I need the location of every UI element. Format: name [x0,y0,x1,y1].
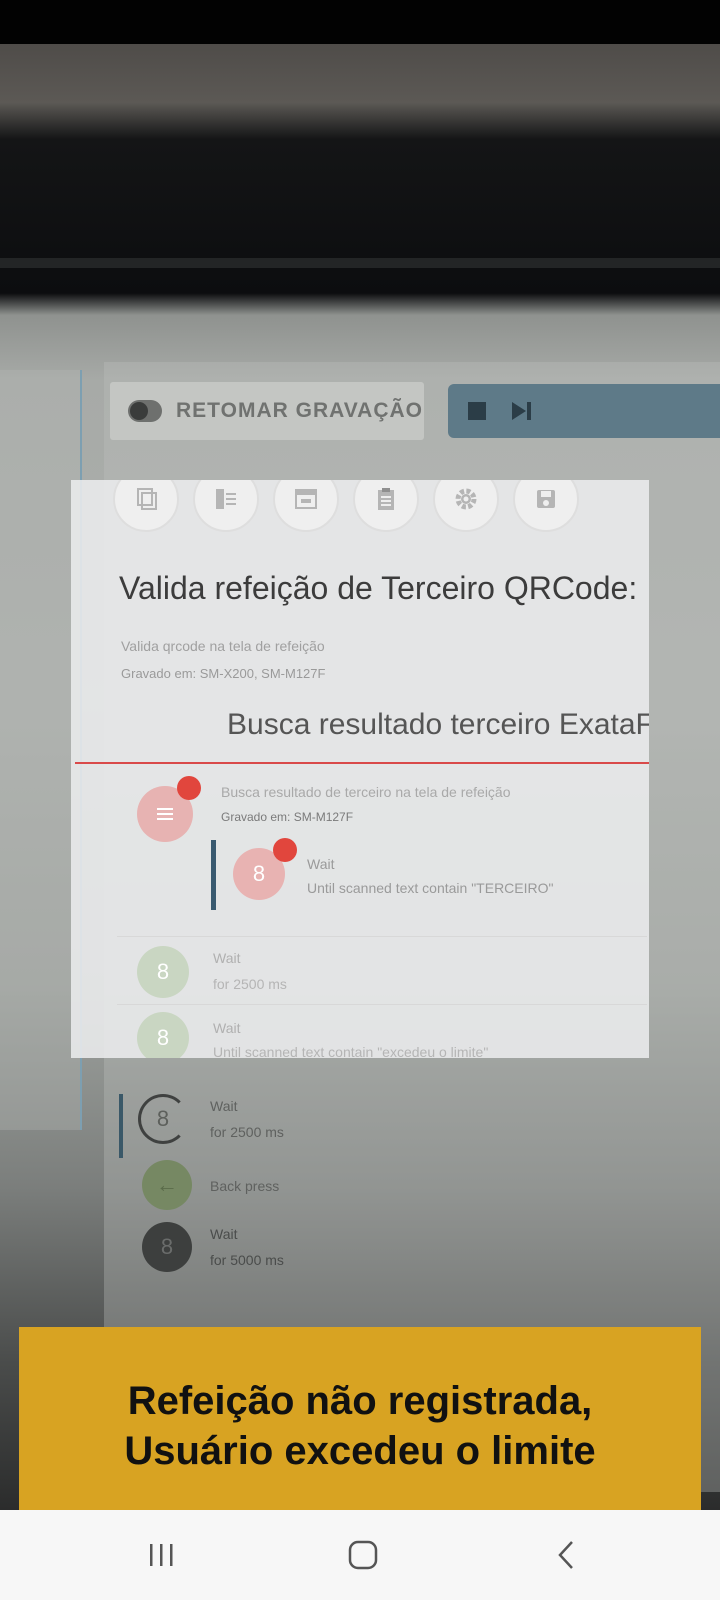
wait-step-title: Wait [307,856,335,872]
wait-step-subtitle: Until scanned text contain "TERCEIRO" [307,880,554,896]
skip-next-icon [512,402,534,420]
save-icon [513,480,579,532]
status-toast: Refeição não registrada, Usuário excedeu… [19,1327,701,1510]
step-row-subtitle: for 2500 ms [213,976,287,992]
clipboard-icon [353,480,419,532]
loading-icon: 8 [138,1094,188,1144]
gear-icon [433,480,499,532]
step-recorded-device: Gravado em: SM-M127F [221,810,354,824]
divider [117,936,647,937]
toggle-icon [128,400,162,422]
hourglass-icon: 8 [137,1012,189,1058]
step-row-title: Wait [213,950,241,966]
left-panel [0,370,82,1130]
bg-step-subtitle: for 5000 ms [210,1252,284,1268]
toolbar [113,480,649,546]
step-group-title: Busca resultado terceiro ExataFace [227,708,649,741]
active-step-bar [211,840,216,910]
camera-preview: RETOMAR GRAVAÇÃO 8 Wait for 2500 ms ← Ba… [0,44,720,1510]
scenario-recorded-devices: Gravado em: SM-X200, SM-M127F [121,666,326,681]
bg-step-title: Wait [210,1098,238,1114]
back-icon[interactable] [536,1530,596,1580]
hourglass-icon: 8 [137,946,189,998]
status-bar [0,0,720,44]
resume-recording-label: RETOMAR GRAVAÇÃO [176,399,423,422]
resume-recording-button: RETOMAR GRAVAÇÃO [110,382,424,440]
scenario-title: Valida refeição de Terceiro QRCode: [119,570,638,606]
step-row-subtitle: Until scanned text contain "excedeu o li… [213,1044,489,1058]
recents-icon[interactable] [132,1530,192,1580]
back-press-icon: ← [142,1160,192,1210]
bg-step-subtitle: for 2500 ms [210,1124,284,1140]
scan-area: Valida refeição de Terceiro QRCode: Vali… [71,480,649,1058]
monitor-bezel [0,258,720,268]
step-title: Busca resultado de terceiro na tela de r… [221,784,511,800]
home-icon[interactable] [333,1530,393,1580]
error-badge [273,838,297,862]
copy-icon [113,480,179,532]
scan-line [75,762,649,764]
step-row-title: Wait [213,1020,241,1036]
bg-step-title: Wait [210,1226,238,1242]
stop-icon [468,402,486,420]
toast-line-2: Usuário excedeu o limite [124,1429,596,1473]
player-controls [448,384,720,438]
hourglass-icon: 8 [142,1222,192,1272]
divider [117,1004,647,1005]
bg-step-title: Back press [210,1178,280,1194]
scenario-description: Valida qrcode na tela de refeição [121,638,325,654]
error-badge [177,776,201,800]
navigation-bar [0,1510,720,1600]
list-add-icon [193,480,259,532]
toast-line-1: Refeição não registrada, [127,1379,593,1423]
window-icon [273,480,339,532]
active-step-bar [119,1094,123,1158]
